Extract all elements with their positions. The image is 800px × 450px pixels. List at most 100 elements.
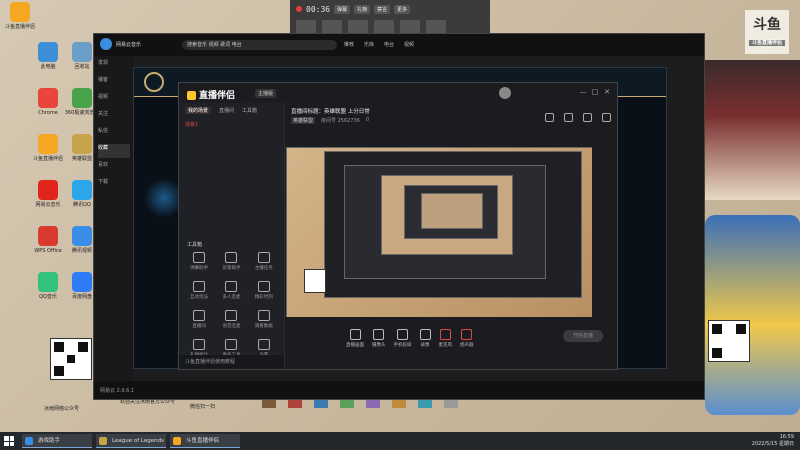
taskbar-item[interactable]: League of Legends — [96, 434, 166, 448]
desktop-icon[interactable]: QQ音乐 — [30, 272, 66, 300]
app-icon — [72, 272, 92, 292]
qr-code-right — [708, 320, 750, 362]
control-button[interactable]: 弹幕 — [334, 4, 351, 14]
music-sidebar-item[interactable]: 关注 — [98, 110, 130, 124]
streamer-logo: 直播伴侣 — [187, 88, 235, 101]
tool-item[interactable]: 主播任务 — [248, 252, 280, 271]
desktop-icon-label: QQ音乐 — [39, 294, 57, 300]
scene-item[interactable]: 场景1 — [185, 121, 278, 128]
control-button[interactable]: 礼物 — [354, 4, 371, 14]
camera-button[interactable]: 摄像头 — [372, 328, 386, 348]
tool-item[interactable]: 直播间 — [183, 310, 215, 329]
close-button[interactable]: ✕ — [603, 88, 611, 96]
app-icon — [72, 180, 92, 200]
bell-icon[interactable] — [583, 113, 592, 122]
music-sidebar-item[interactable]: 下载 — [98, 178, 130, 192]
music-nav-item[interactable]: 视频 — [404, 41, 414, 48]
tool-label: 主播任务 — [254, 266, 273, 271]
tool-icon — [225, 252, 238, 263]
tool-icon — [257, 281, 270, 292]
music-search-input[interactable]: 搜索音乐 视频 歌词 电台 — [182, 40, 337, 50]
tab-tools[interactable]: 工具箱 — [242, 107, 257, 114]
camera-icon[interactable] — [348, 20, 368, 34]
tab-scenes[interactable]: 我的场景 — [185, 107, 212, 114]
music-nav-item[interactable]: 推荐 — [344, 41, 354, 48]
screen-icon[interactable] — [374, 20, 394, 34]
game-helper-icon — [25, 437, 33, 445]
app-icon — [72, 226, 92, 246]
desktop-icon-label: 腾讯视频 — [71, 248, 92, 254]
desktop-icon[interactable]: 斗鱼直播伴侣 — [30, 134, 66, 162]
tab-room[interactable]: 直播间 — [219, 107, 234, 114]
more-icon[interactable] — [426, 20, 446, 34]
phone-cast-button[interactable]: 手机投屏 — [394, 328, 412, 348]
tool-item[interactable]: 弹幕助手 — [183, 252, 215, 271]
tool-icon — [257, 252, 270, 263]
mic-button[interactable]: 麦克风 — [439, 328, 452, 348]
qr-caption-left: 冰雨网络公众号 — [44, 406, 80, 412]
desktop-icon[interactable]: 网易云音乐 — [30, 180, 66, 208]
speaker-button[interactable]: 扬声器 — [460, 328, 474, 348]
desktop-icon-label: 英雄联盟 — [71, 156, 92, 162]
desktop-icon-label: WPS Office — [34, 248, 62, 254]
music-sidebar-item[interactable]: 发现 — [98, 59, 130, 73]
desktop-icon-label: 斗鱼直播伴侣 — [4, 24, 35, 30]
music-sidebar-item[interactable]: 播客 — [98, 76, 130, 90]
tutorial-link[interactable]: 斗鱼直播伴侣使用教程 — [179, 355, 284, 369]
link-icon[interactable] — [602, 113, 611, 122]
speaker-icon[interactable] — [322, 20, 342, 34]
control-button[interactable]: 更多 — [394, 4, 411, 14]
tool-label: 直播间 — [192, 324, 206, 329]
go-live-button[interactable]: 开始直播 — [563, 330, 603, 342]
right-promo-banner — [705, 60, 800, 200]
music-sidebar-item[interactable]: 收藏 — [98, 144, 130, 158]
record-icon — [419, 328, 431, 340]
music-nav-item[interactable]: 乐库 — [364, 41, 374, 48]
tool-item[interactable]: 语音连麦 — [215, 310, 247, 329]
screen-source-button[interactable]: 直播画面 — [346, 328, 364, 348]
tool-item[interactable]: 房管助手 — [215, 252, 247, 271]
music-sidebar-item[interactable]: 视频 — [98, 93, 130, 107]
music-nav-item[interactable]: 电台 — [384, 41, 394, 48]
category-tag[interactable]: 英雄联盟 — [291, 117, 316, 124]
settings-icon[interactable] — [400, 20, 420, 34]
music-sidebar-item[interactable]: 喜欢 — [98, 161, 130, 175]
taskbar-clock[interactable]: 16:59 2022/5/15 星期日 — [752, 434, 794, 448]
tool-item[interactable]: 精彩时刻 — [248, 281, 280, 300]
share-icon[interactable] — [564, 113, 573, 122]
badge-subtitle: 斗鱼直播伴侣 — [749, 40, 785, 46]
control-button[interactable]: 禁言 — [374, 4, 391, 14]
streamer-logo-icon — [187, 91, 196, 100]
desktop-app-logo[interactable]: 斗鱼直播伴侣 — [2, 2, 38, 30]
tool-item[interactable]: 观看数据 — [248, 310, 280, 329]
minimize-button[interactable]: — — [579, 88, 587, 96]
tool-item[interactable]: 多人连麦 — [215, 281, 247, 300]
avatar[interactable] — [499, 87, 511, 99]
mic-icon[interactable] — [296, 20, 316, 34]
gift-icon[interactable] — [545, 113, 554, 122]
app-icon — [38, 226, 58, 246]
app-icon — [38, 88, 58, 108]
phone-icon — [397, 328, 408, 340]
record-button[interactable]: 录像 — [419, 328, 431, 348]
streamer-left-panel: 我的场景 直播间 工具箱 场景1 工具箱 弹幕助手 房管助手 主播任务 互动玩法 多人连… — [179, 103, 285, 369]
maximize-button[interactable]: □ — [591, 88, 599, 96]
preview-window-5 — [421, 193, 483, 229]
start-button[interactable] — [4, 436, 14, 446]
taskbar: 游戏助手 League of Legends 斗鱼直播伴侣 16:59 2022… — [0, 432, 800, 450]
live-preview[interactable] — [286, 147, 592, 317]
desktop-icon[interactable]: 此电脑 — [30, 42, 66, 70]
preview-qr — [304, 269, 326, 293]
douyu-badge: 斗鱼 斗鱼直播伴侣 — [745, 10, 789, 54]
taskbar-item[interactable]: 游戏助手 — [22, 434, 92, 448]
desktop-icon[interactable]: WPS Office — [30, 226, 66, 254]
room-title[interactable]: 直播间标题：英雄联盟 上分日常 — [291, 107, 370, 115]
tool-icon — [193, 252, 206, 263]
music-sidebar-item[interactable]: 私信 — [98, 127, 130, 141]
taskbar-item[interactable]: 斗鱼直播伴侣 — [170, 434, 240, 448]
room-meta: 英雄联盟 房间号 2562736 0 — [291, 117, 369, 124]
desktop-icon[interactable]: Chrome — [30, 88, 66, 116]
tool-item[interactable]: 互动玩法 — [183, 281, 215, 300]
room-number: 房间号 2562736 — [321, 118, 360, 124]
qr-caption-right: 微信扫一扫 — [190, 404, 216, 410]
